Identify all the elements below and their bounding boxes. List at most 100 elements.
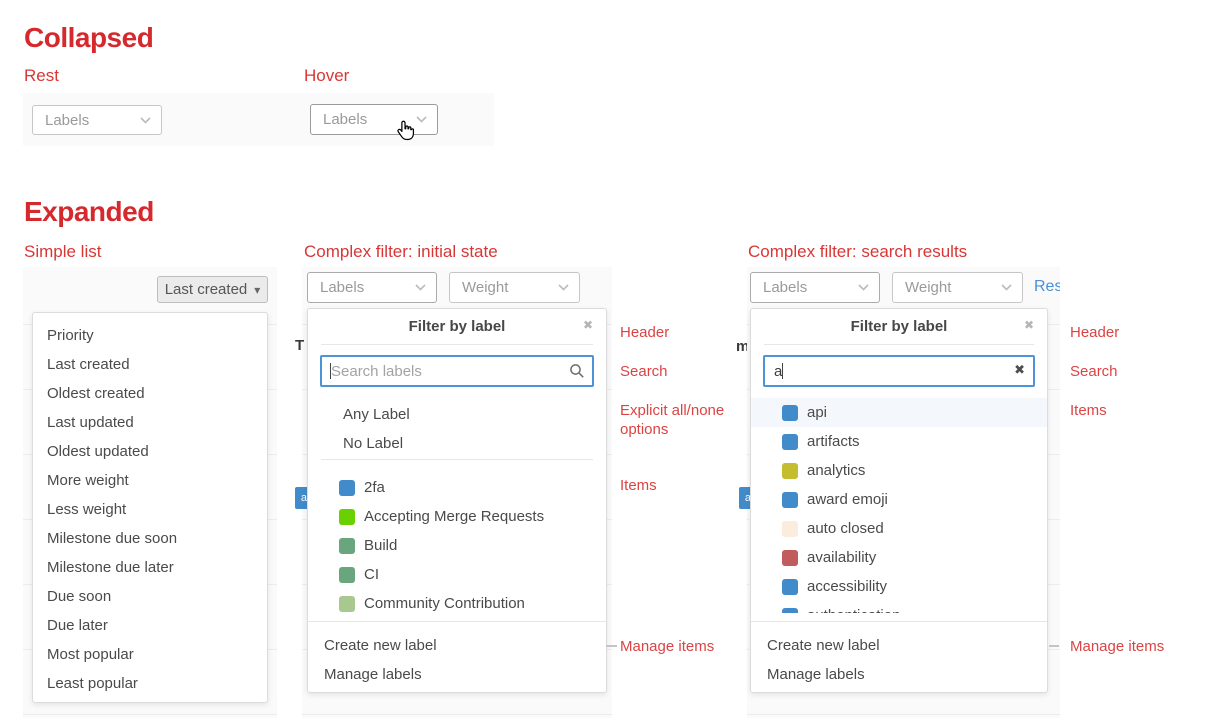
label-option-2fa[interactable]: 2fa (308, 473, 606, 502)
label-search-input[interactable] (320, 355, 594, 387)
panel-footer: Create new label Manage labels (751, 631, 1047, 689)
chevron-down-icon (558, 284, 569, 291)
chevron-down-icon (140, 117, 151, 124)
create-new-label-link[interactable]: Create new label (308, 631, 606, 660)
annotation-connector (606, 645, 617, 647)
background-text-fragment: T (295, 337, 305, 353)
label-option-auto-closed[interactable]: auto closed (751, 514, 1047, 543)
label-option-accessibility[interactable]: accessibility (751, 572, 1047, 601)
label-option-ci[interactable]: CI (308, 560, 606, 589)
menu-item-least-popular[interactable]: Least popular (33, 669, 267, 698)
annotation-items: Items (620, 476, 750, 495)
panel-title: Filter by label (751, 318, 1047, 335)
search-results-list: api artifacts analytics award emoji auto… (751, 398, 1047, 613)
label-option-accepting-merge-requests[interactable]: Accepting Merge Requests (308, 502, 606, 531)
close-icon[interactable]: ✖ (583, 318, 593, 332)
divider (321, 459, 593, 460)
panel-footer: Create new label Manage labels (308, 631, 606, 689)
labels-filter-button[interactable]: Labels (307, 272, 437, 303)
label-color-swatch (782, 521, 798, 537)
annotation-explicit-options: Explicit all/none options (620, 401, 745, 439)
label-color-swatch (782, 550, 798, 566)
manage-labels-link[interactable]: Manage labels (751, 660, 1047, 689)
label-color-swatch (339, 480, 355, 496)
menu-item-due-soon[interactable]: Due soon (33, 582, 267, 611)
weight-filter-button[interactable]: Weight (892, 272, 1023, 303)
chevron-down-icon (858, 284, 869, 291)
label-option-artifacts[interactable]: artifacts (751, 427, 1047, 456)
labels-dropdown-hover[interactable]: Labels (310, 104, 438, 135)
label-search-input[interactable] (763, 355, 1035, 387)
label-search-wrap (320, 355, 594, 387)
reset-link-clipped[interactable]: Res (1034, 278, 1060, 300)
label-color-swatch (339, 538, 355, 554)
annotation-search: Search (620, 362, 750, 381)
label-options-list: 2fa Accepting Merge Requests Build CI Co… (308, 473, 606, 618)
annotation-connector (1049, 645, 1059, 647)
label-color-swatch (339, 596, 355, 612)
weight-filter-button[interactable]: Weight (449, 272, 580, 303)
annotation-items: Items (1070, 401, 1210, 420)
chevron-down-icon (416, 116, 427, 123)
search-icon (569, 363, 585, 379)
text-caret (782, 363, 783, 379)
divider (764, 344, 1034, 345)
sort-dropdown-text: Last created (165, 281, 248, 298)
label-color-swatch (782, 405, 798, 421)
filter-by-label-panel-search: Filter by label ✖ ✖ api artifacts analyt… (750, 308, 1048, 693)
expanded-heading: Expanded (24, 196, 154, 228)
caret-down-icon: ▾ (254, 284, 260, 296)
label-color-swatch (782, 434, 798, 450)
design-spec-canvas: Collapsed Rest Hover Labels Labels Expan… (0, 0, 1218, 722)
label-option-availability[interactable]: availability (751, 543, 1047, 572)
divider (751, 621, 1047, 622)
label-color-swatch (339, 509, 355, 525)
close-icon[interactable]: ✖ (1024, 318, 1034, 332)
menu-item-last-created[interactable]: Last created (33, 350, 267, 379)
sort-dropdown-button[interactable]: Last created ▾ (157, 276, 268, 303)
annotation-search: Search (1070, 362, 1210, 381)
all-none-options: Any Label No Label (308, 400, 606, 458)
labels-dropdown-rest-text: Labels (45, 112, 89, 129)
label-option-community-contribution[interactable]: Community Contribution (308, 589, 606, 618)
label-option-api[interactable]: api (751, 398, 1047, 427)
label-color-swatch (782, 492, 798, 508)
menu-item-oldest-created[interactable]: Oldest created (33, 379, 267, 408)
annotation-header: Header (620, 323, 750, 342)
any-label-option[interactable]: Any Label (308, 400, 606, 429)
clear-search-icon[interactable]: ✖ (1014, 362, 1025, 378)
simple-list-label: Simple list (24, 242, 101, 262)
menu-item-more-weight[interactable]: More weight (33, 466, 267, 495)
label-option-analytics[interactable]: analytics (751, 456, 1047, 485)
menu-item-less-weight[interactable]: Less weight (33, 495, 267, 524)
filter-by-label-panel-initial: Filter by label ✖ Any Label No Label 2fa (307, 308, 607, 693)
label-option-build[interactable]: Build (308, 531, 606, 560)
menu-item-milestone-due-soon[interactable]: Milestone due soon (33, 524, 267, 553)
complex-initial-label: Complex filter: initial state (304, 242, 498, 262)
chevron-down-icon (415, 284, 426, 291)
menu-item-milestone-due-later[interactable]: Milestone due later (33, 553, 267, 582)
menu-item-last-updated[interactable]: Last updated (33, 408, 267, 437)
menu-item-most-popular[interactable]: Most popular (33, 640, 267, 669)
annotation-header: Header (1070, 323, 1210, 342)
complex-search-label: Complex filter: search results (748, 242, 967, 262)
label-option-award-emoji[interactable]: award emoji (751, 485, 1047, 514)
label-color-swatch (782, 463, 798, 479)
annotation-manage-items: Manage items (1070, 637, 1210, 656)
create-new-label-link[interactable]: Create new label (751, 631, 1047, 660)
divider (308, 621, 606, 622)
no-label-option[interactable]: No Label (308, 429, 606, 458)
manage-labels-link[interactable]: Manage labels (308, 660, 606, 689)
label-color-swatch (782, 579, 798, 595)
labels-filter-button[interactable]: Labels (750, 272, 880, 303)
label-option-authentication-clipped[interactable]: authentication (751, 601, 1047, 613)
divider (321, 344, 593, 345)
menu-item-due-later[interactable]: Due later (33, 611, 267, 640)
labels-dropdown-rest[interactable]: Labels (32, 105, 162, 135)
hand-cursor-icon (394, 119, 415, 142)
label-search-wrap: ✖ (763, 355, 1035, 387)
menu-item-priority[interactable]: Priority (33, 321, 267, 350)
menu-item-oldest-updated[interactable]: Oldest updated (33, 437, 267, 466)
text-caret (330, 363, 331, 379)
annotation-manage-items: Manage items (620, 637, 750, 656)
